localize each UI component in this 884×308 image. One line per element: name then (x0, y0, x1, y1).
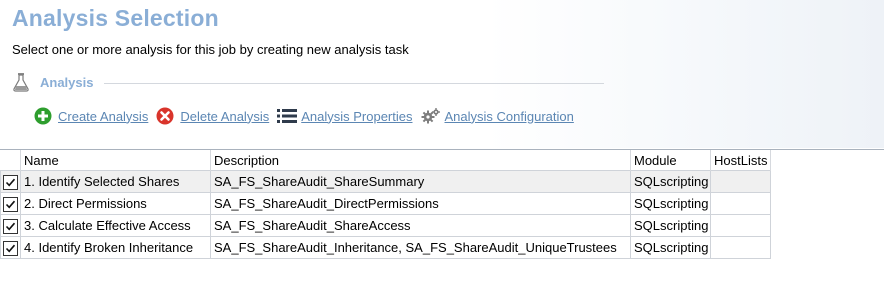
create-analysis-label: Create Analysis (58, 108, 149, 124)
list-icon (277, 107, 298, 125)
row-module: SQLscripting (630, 170, 711, 193)
header-panel: Analysis Selection Select one or more an… (0, 0, 884, 148)
delete-analysis-label: Delete Analysis (180, 108, 270, 124)
row-checkbox[interactable] (3, 218, 18, 234)
row-checkbox-cell (0, 236, 21, 259)
row-description: SA_FS_ShareAudit_ShareSummary (210, 170, 631, 193)
table-row[interactable]: 2. Direct Permissions SA_FS_ShareAudit_D… (0, 192, 771, 215)
analysis-section-header: Analysis (12, 72, 604, 94)
table-header-row: Name Description Module HostLists (0, 150, 771, 171)
analysis-properties-button[interactable]: Analysis Properties (277, 107, 413, 125)
analysis-configuration-button[interactable]: Analysis Configuration (421, 107, 574, 125)
row-name: 3. Calculate Effective Access (20, 214, 211, 237)
table-row[interactable]: 4. Identify Broken Inheritance SA_FS_Sha… (0, 236, 771, 259)
table-row[interactable]: 3. Calculate Effective Access SA_FS_Shar… (0, 214, 771, 237)
row-name: 2. Direct Permissions (20, 192, 211, 215)
column-header-hostlists[interactable]: HostLists (710, 150, 771, 171)
row-hostlists (710, 170, 771, 193)
row-module: SQLscripting (630, 214, 711, 237)
row-hostlists (710, 214, 771, 237)
analysis-toolbar: Create Analysis Delete Analysis Analysis… (34, 106, 582, 126)
row-description: SA_FS_ShareAudit_DirectPermissions (210, 192, 631, 215)
column-header-module[interactable]: Module (630, 150, 711, 171)
row-checkbox[interactable] (3, 196, 18, 212)
row-description: SA_FS_ShareAudit_ShareAccess (210, 214, 631, 237)
row-description: SA_FS_ShareAudit_Inheritance, SA_FS_Shar… (210, 236, 631, 259)
column-header-description[interactable]: Description (210, 150, 631, 171)
analysis-configuration-label: Analysis Configuration (444, 108, 574, 124)
row-checkbox-cell (0, 170, 21, 193)
page-title: Analysis Selection (12, 5, 219, 31)
create-analysis-button[interactable]: Create Analysis (34, 107, 148, 125)
row-hostlists (710, 192, 771, 215)
analysis-table: Name Description Module HostLists 1. Ide… (0, 150, 771, 259)
section-divider (104, 83, 604, 84)
row-checkbox[interactable] (3, 240, 18, 256)
row-checkbox-cell (0, 214, 21, 237)
analysis-properties-label: Analysis Properties (301, 108, 413, 124)
row-module: SQLscripting (630, 236, 711, 259)
section-title: Analysis (40, 75, 94, 90)
flask-icon (12, 72, 30, 92)
column-header-name[interactable]: Name (20, 150, 211, 171)
column-header-check (0, 150, 21, 171)
row-name: 4. Identify Broken Inheritance (20, 236, 211, 259)
plus-circle-icon (34, 107, 52, 125)
row-checkbox[interactable] (3, 174, 18, 190)
gears-icon (421, 107, 440, 125)
row-name: 1. Identify Selected Shares (20, 170, 211, 193)
table-row[interactable]: 1. Identify Selected Shares SA_FS_ShareA… (0, 170, 771, 193)
x-circle-icon (156, 107, 174, 125)
page-subtitle: Select one or more analysis for this job… (12, 42, 409, 57)
row-checkbox-cell (0, 192, 21, 215)
delete-analysis-button[interactable]: Delete Analysis (156, 107, 269, 125)
row-hostlists (710, 236, 771, 259)
row-module: SQLscripting (630, 192, 711, 215)
